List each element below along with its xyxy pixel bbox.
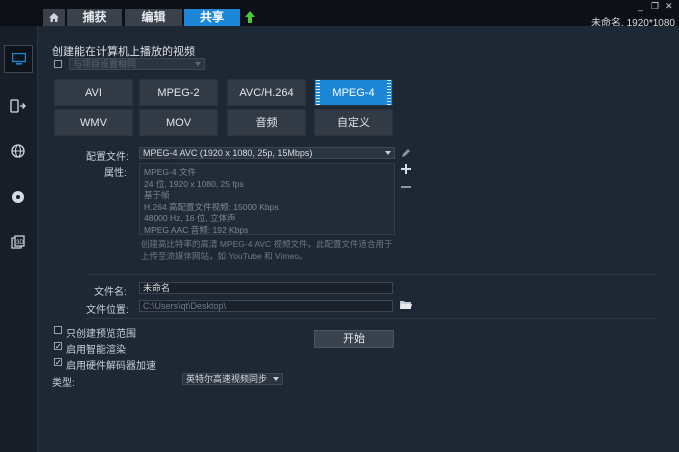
format-mpeg4-label: MPEG-4 [332,87,375,99]
smart-render-label: 启用智能渲染 [66,345,126,356]
divider [86,274,658,275]
filename-label: 文件名: [94,287,127,298]
preview-only-label: 只创建预览范围 [66,329,136,340]
type-label: 类型: [52,378,75,389]
location-input[interactable]: C:\Users\qt\Desktop\ [139,300,393,312]
section-title: 创建能在计算机上播放的视频 [52,46,195,58]
close-button[interactable]: ✕ [665,1,673,12]
format-custom[interactable]: 自定义 [314,109,393,136]
property-line: H.264 高配置文件视频: 15000 Kbps [144,201,279,212]
type-value: 英特尔高速视频同步 [186,374,268,384]
format-mpeg2[interactable]: MPEG-2 [139,79,218,106]
web-output-icon [11,144,25,158]
property-line: MPEG AAC 音频: 192 Kbps [144,224,249,235]
folder-icon[interactable] [400,300,412,310]
sidebar-item-computer[interactable] [4,45,33,73]
chevron-down-icon [273,377,279,381]
sidebar-item-3d[interactable]: 3D [9,233,27,251]
match-project-label: 与项目设置相同 [73,59,137,69]
profile-description: 创建高比特率的高清 MPEG-4 AVC 视频文件。此配置文件适合用于上传至流媒… [141,239,393,261]
device-output-icon [10,99,26,113]
format-wmv[interactable]: WMV [54,109,133,136]
tab-capture[interactable]: 捕获 [67,9,122,26]
location-label: 文件位置: [86,305,129,316]
divider [86,318,658,319]
profile-label: 配置文件: [86,152,129,163]
minimize-button[interactable]: _ [638,1,643,11]
3d-output-icon: 3D [11,235,25,249]
profile-value: MPEG-4 AVC (1920 x 1080, 25p, 15Mbps) [143,148,313,158]
start-button[interactable]: 开始 [314,330,394,348]
film-strip-left [316,80,320,105]
match-project-checkbox[interactable] [54,60,62,68]
format-mov[interactable]: MOV [139,109,218,136]
home-icon [49,13,59,22]
format-avc[interactable]: AVC/H.264 [227,79,306,106]
film-strip-right [387,80,391,105]
properties-box: MPEG-4 文件 24 位, 1920 x 1080, 25 fps 基于帧 … [139,163,395,235]
minus-icon[interactable] [401,182,411,192]
filename-input[interactable]: 未命名 [139,282,393,294]
share-panel: 创建能在计算机上播放的视频 与项目设置相同 AVI MPEG-2 AVC/H.2… [38,26,679,452]
format-avi[interactable]: AVI [54,79,133,106]
preview-only-checkbox[interactable] [54,326,62,334]
chevron-down-icon [385,151,391,155]
property-line: MPEG-4 文件 [144,167,196,177]
type-dropdown[interactable]: 英特尔高速视频同步 [182,373,283,385]
plus-icon[interactable] [401,164,411,174]
property-line: 48000 Hz, 16 位, 立体声 [144,213,236,223]
smart-render-checkbox[interactable]: ✓ [54,342,62,351]
disc-output-icon [12,191,24,203]
tab-share[interactable]: 共享 [184,9,240,26]
sidebar-item-disc[interactable] [9,188,27,206]
properties-label: 属性: [104,168,127,179]
format-mpeg4[interactable]: MPEG-4 [314,79,393,106]
sidebar-item-web[interactable] [9,142,27,160]
home-button[interactable] [43,9,65,26]
computer-output-icon [11,53,26,65]
hw-accel-checkbox[interactable]: ✓ [54,358,62,367]
match-project-dropdown[interactable]: 与项目设置相同 [69,58,205,70]
property-line: 基于帧 [144,190,170,200]
svg-text:3D: 3D [16,240,24,246]
upload-arrow-icon[interactable] [243,10,257,24]
tab-edit[interactable]: 编辑 [125,9,182,26]
output-sidebar: 3D [0,26,38,452]
property-line: 24 位, 1920 x 1080, 25 fps [144,178,244,189]
hw-accel-label: 启用硬件解码器加速 [66,361,156,372]
top-bar: 捕获 编辑 共享 _ ❐ ✕ 未命名, 1920*1080 [0,0,679,29]
profile-dropdown[interactable]: MPEG-4 AVC (1920 x 1080, 25p, 15Mbps) [139,147,395,159]
pencil-icon[interactable] [401,148,411,158]
chevron-down-icon [195,62,201,66]
sidebar-item-device[interactable] [9,97,27,115]
format-audio[interactable]: 音频 [227,109,306,136]
restore-button[interactable]: ❐ [651,1,659,12]
